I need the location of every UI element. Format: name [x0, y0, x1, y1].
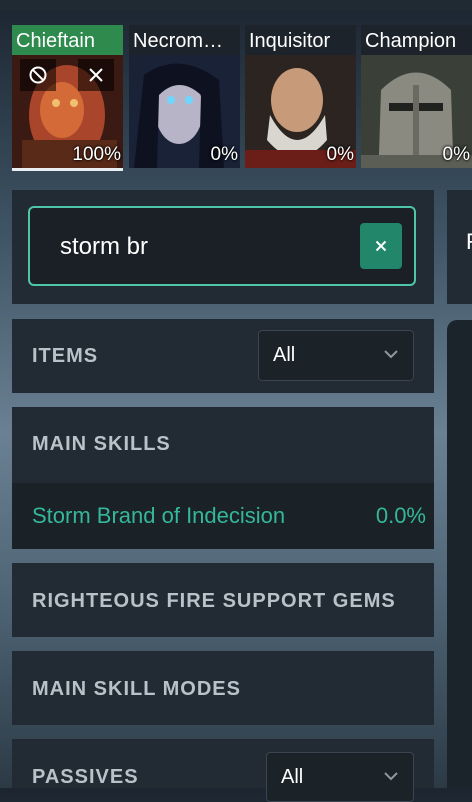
class-card-champion[interactable]: Champion 0% — [361, 25, 472, 168]
class-card-necromancer[interactable]: Necrom… 0% — [129, 25, 240, 168]
chevron-down-icon — [384, 350, 398, 359]
class-percent: 0% — [210, 144, 238, 165]
top-strip — [0, 0, 472, 10]
passives-filter-dropdown[interactable]: All — [266, 752, 414, 802]
passives-filter-value: All — [281, 766, 304, 788]
class-name: Necrom… — [133, 30, 224, 52]
items-title: ITEMS — [32, 345, 99, 367]
class-card-chieftain[interactable]: Chieftain 100% — [12, 25, 123, 171]
close-icon — [89, 68, 103, 82]
main-skills-title: MAIN SKILLS — [32, 433, 171, 455]
right-panel-label: F — [466, 229, 472, 255]
skill-row[interactable]: Storm Brand of Indecision 0.0% — [12, 483, 434, 549]
class-percent: 0% — [326, 144, 354, 165]
skill-modes-title: MAIN SKILL MODES — [32, 678, 241, 700]
support-gems-title: RIGHTEOUS FIRE SUPPORT GEMS — [32, 590, 396, 612]
class-percent: 0% — [442, 144, 470, 165]
passives-title: PASSIVES — [32, 766, 139, 788]
skill-modes-section[interactable]: MAIN SKILL MODES — [12, 651, 434, 725]
items-filter-value: All — [273, 344, 296, 366]
clear-search-button[interactable] — [360, 223, 402, 269]
search-panel — [12, 190, 434, 304]
skill-percent: 0.0% — [375, 503, 426, 528]
class-name: Champion — [365, 30, 457, 52]
search-box — [28, 206, 416, 286]
search-input[interactable] — [58, 208, 362, 286]
passives-section: PASSIVES All — [12, 739, 434, 802]
class-name: Chieftain — [12, 25, 123, 55]
close-icon — [375, 240, 387, 252]
class-card-inquisitor[interactable]: Inquisitor 0% — [245, 25, 356, 168]
right-panel-stub: F — [447, 190, 472, 304]
chevron-down-icon — [384, 772, 398, 781]
exclude-class-button[interactable] — [20, 59, 56, 91]
ban-icon — [29, 66, 47, 84]
skill-name: Storm Brand of Indecision — [32, 503, 286, 528]
class-selector: Chieftain 100% Necrom… 0% Inquisitor 0% … — [12, 25, 472, 171]
support-gems-section[interactable]: RIGHTEOUS FIRE SUPPORT GEMS — [12, 563, 434, 637]
class-percent: 100% — [72, 144, 121, 165]
items-filter-dropdown[interactable]: All — [258, 330, 414, 381]
items-section: ITEMS All — [12, 319, 434, 393]
right-column — [447, 320, 472, 788]
class-name: Inquisitor — [249, 30, 331, 52]
remove-class-button[interactable] — [78, 59, 114, 91]
